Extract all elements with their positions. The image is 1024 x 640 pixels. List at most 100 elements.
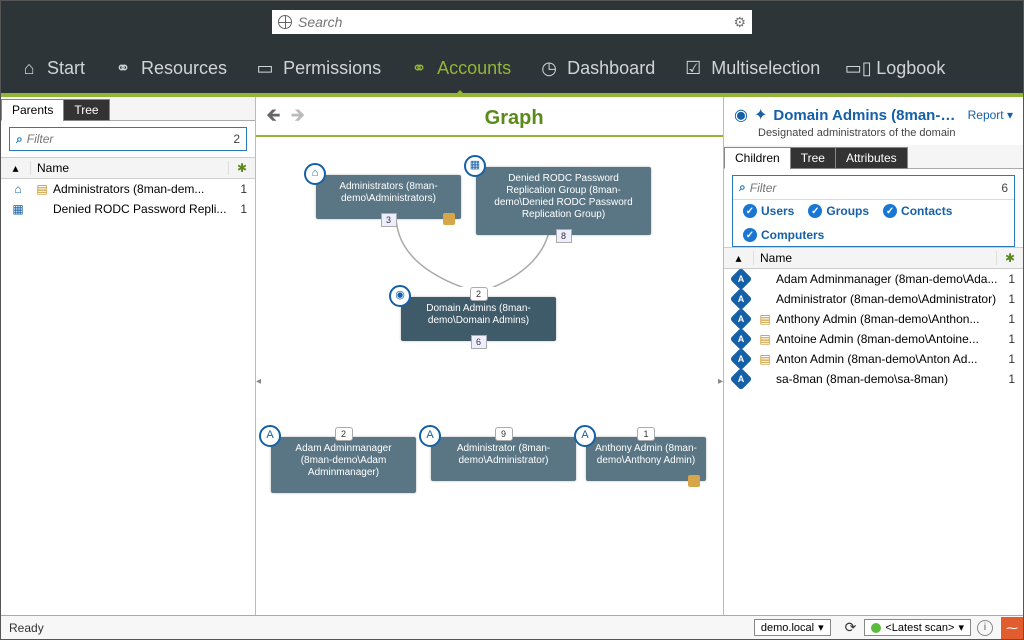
sort-icon[interactable]: ▴ [724, 251, 754, 265]
gear-icon[interactable]: ⚙ [733, 14, 746, 31]
graph-node[interactable]: A 9 Administrator (8man-demo\Administrat… [431, 437, 576, 481]
activity-icon[interactable]: ⁓ [1001, 617, 1023, 639]
col-indicator-icon[interactable]: ✱ [997, 251, 1023, 265]
gauge-icon: ◷ [539, 58, 559, 78]
tab-children[interactable]: Children [724, 147, 791, 169]
search-box[interactable]: ⚙ [272, 10, 752, 34]
graph-node-selected[interactable]: ◉ 2 Domain Admins (8man-demo\Domain Admi… [401, 297, 556, 341]
node-label: Adam Adminmanager (8man-demo\Adam Adminm… [295, 443, 391, 478]
info-icon[interactable]: i [977, 620, 993, 636]
chevron-down-icon: ▾ [818, 621, 824, 634]
user-icon: A [726, 311, 756, 327]
left-filter[interactable]: ⌕ 2 [9, 127, 247, 151]
node-label: Domain Admins (8man-demo\Domain Admins) [426, 303, 530, 326]
nav-forward-icon[interactable]: 🡺 [291, 103, 306, 133]
user-icon: A [726, 331, 756, 347]
status-bar: Ready demo.local▾ ⟳ <Latest scan>▾ i ⁓ [1, 615, 1023, 639]
chip-computers[interactable]: ✓Computers [743, 228, 824, 242]
check-icon: ✓ [743, 228, 757, 242]
node-topnum: 2 [470, 287, 488, 301]
chip-users[interactable]: ✓Users [743, 204, 794, 218]
nav-dashboard[interactable]: ◷ Dashboard [539, 58, 655, 79]
user-icon: A [726, 271, 756, 287]
search-input[interactable] [298, 14, 733, 30]
list-item[interactable]: AAdam Adminmanager (8man-demo\Ada...1 [724, 269, 1023, 289]
chip-contacts[interactable]: ✓Contacts [883, 204, 952, 218]
list-item[interactable]: A▤Anthony Admin (8man-demo\Anthon...1 [724, 309, 1023, 329]
nav-permissions[interactable]: ▭Permissions [255, 58, 381, 79]
item-count: 1 [999, 312, 1021, 326]
domain-selector[interactable]: demo.local▾ [754, 619, 831, 636]
refresh-icon[interactable]: ⟳ [845, 619, 857, 636]
tab-tree[interactable]: Tree [790, 147, 836, 169]
nav-back-icon[interactable]: 🡸 [266, 103, 281, 133]
graph-node[interactable]: A 2 Adam Adminmanager (8man-demo\Adam Ad… [271, 437, 416, 493]
user-icon: A [419, 425, 441, 447]
user-icon: A [574, 425, 596, 447]
nav-accounts[interactable]: ⚭ Accounts [409, 58, 511, 79]
chevron-down-icon: ▾ [958, 621, 964, 634]
globe-icon: ◉ [734, 105, 748, 125]
item-name: sa-8man (8man-demo\sa-8man) [774, 372, 999, 386]
list-item[interactable]: AAdministrator (8man-demo\Administrator)… [724, 289, 1023, 309]
left-tabs: Parents Tree [1, 97, 255, 121]
nav-logbook[interactable]: ▭▯Logbook [848, 58, 945, 79]
item-name: Anthony Admin (8man-demo\Anthon... [774, 312, 999, 326]
graph-node[interactable]: A 1 Anthony Admin (8man-demo\Anthony Adm… [586, 437, 706, 481]
graph-title: Graph [315, 107, 713, 130]
nav-resources[interactable]: ⚭Resources [113, 58, 227, 79]
nav-label: Dashboard [567, 58, 655, 79]
tab-parents[interactable]: Parents [1, 99, 64, 121]
splitter-left-icon[interactable]: ◂ [256, 376, 261, 387]
list-item[interactable]: A▤Anton Admin (8man-demo\Anton Ad...1 [724, 349, 1023, 369]
nav-label: Accounts [437, 58, 511, 79]
right-filter-group: ⌕ 6 ✓Users ✓Groups ✓Contacts ✓Computers [732, 175, 1015, 247]
nodes-icon: ⚭ [113, 58, 133, 78]
tab-attributes[interactable]: Attributes [835, 147, 908, 169]
graph-node[interactable]: ⌂ Administrators (8man-demo\Administrato… [316, 175, 461, 219]
col-name[interactable]: Name [31, 161, 229, 175]
top-bar: ⚙ [1, 1, 1023, 43]
folder-icon: ▤ [33, 182, 51, 196]
right-filter[interactable]: ⌕ 6 [733, 176, 1014, 200]
col-name[interactable]: Name [754, 251, 997, 265]
home-icon: ⌂ [3, 182, 33, 196]
scan-selector[interactable]: <Latest scan>▾ [864, 619, 971, 636]
list-item[interactable]: A▤Antoine Admin (8man-demo\Antoine...1 [724, 329, 1023, 349]
item-name: Administrators (8man-dem... [51, 182, 231, 196]
tab-tree[interactable]: Tree [63, 99, 109, 121]
warn-icon [688, 475, 700, 487]
node-label: Anthony Admin (8man-demo\Anthony Admin) [595, 443, 697, 466]
chip-groups[interactable]: ✓Groups [808, 204, 869, 218]
left-column-header: ▴ Name ✱ [1, 157, 255, 179]
nav-start[interactable]: ⌂Start [19, 58, 85, 79]
left-filter-input[interactable] [27, 132, 234, 146]
nav-multiselection[interactable]: ☑Multiselection [683, 58, 820, 79]
col-indicator-icon[interactable]: ✱ [229, 161, 255, 175]
list-item[interactable]: ▦ Denied RODC Password Repli... 1 [1, 199, 255, 219]
accounts-icon: ⚭ [409, 58, 429, 78]
folder-icon: ▤ [756, 352, 774, 366]
user-icon: A [259, 425, 281, 447]
right-filter-count: 6 [1001, 181, 1008, 195]
list-item[interactable]: Asa-8man (8man-demo\sa-8man)1 [724, 369, 1023, 389]
graph-canvas[interactable]: ⌂ Administrators (8man-demo\Administrato… [256, 137, 723, 615]
folder-icon: ▤ [756, 332, 774, 346]
item-count: 1 [999, 292, 1021, 306]
list-item[interactable]: ⌂ ▤ Administrators (8man-dem... 1 [1, 179, 255, 199]
item-count: 1 [999, 272, 1021, 286]
details-header: ◉ ✦ Domain Admins (8man-d... Report ▾ De… [724, 97, 1023, 145]
nav-label: Multiselection [711, 58, 820, 79]
filter-icon: ⌕ [739, 180, 746, 195]
splitter-right-icon[interactable]: ▸ [718, 376, 723, 387]
graph-node[interactable]: ▦ Denied RODC Password Replication Group… [476, 167, 651, 235]
right-filter-input[interactable] [750, 181, 1002, 195]
nav-bar: ⌂Start ⚭Resources ▭Permissions ⚭ Accounts… [1, 43, 1023, 97]
sort-icon[interactable]: ▴ [1, 161, 31, 175]
filter-chips: ✓Users ✓Groups ✓Contacts ✓Computers [733, 200, 1014, 246]
book-icon: ▭▯ [848, 58, 868, 78]
left-list: ⌂ ▤ Administrators (8man-dem... 1 ▦ Deni… [1, 179, 255, 615]
node-tag: 6 [471, 335, 487, 349]
report-link[interactable]: Report ▾ [968, 108, 1013, 122]
right-tabs: Children Tree Attributes [724, 145, 1023, 169]
